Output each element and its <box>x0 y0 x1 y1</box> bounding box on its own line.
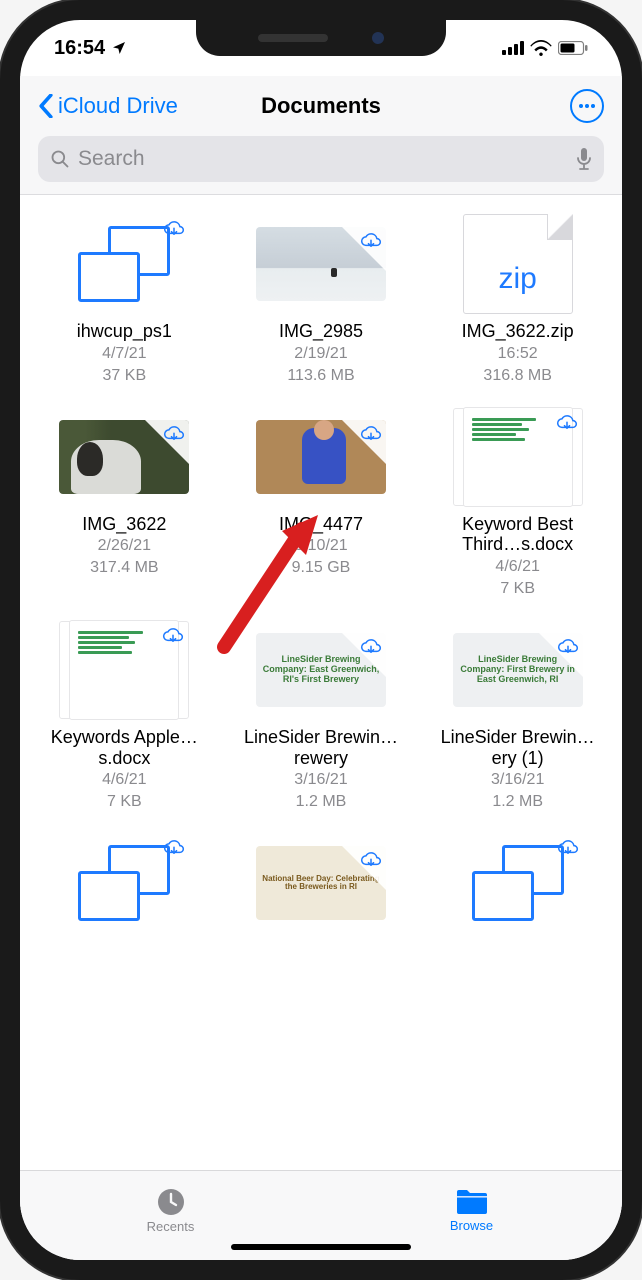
speaker-grill <box>258 34 328 42</box>
zip-thumbnail: zip <box>453 215 583 313</box>
file-size: 1.2 MB <box>492 792 543 812</box>
battery-icon <box>558 41 588 55</box>
file-item[interactable]: IMG_4477 3/10/21 9.15 GB <box>225 402 418 605</box>
image-thumbnail: National Beer Day: Celebrating the Brewe… <box>256 846 386 920</box>
search-icon <box>50 149 70 169</box>
file-item[interactable]: Keywords Apple…s.docx 4/6/21 7 KB <box>28 615 221 818</box>
cloud-download-icon <box>555 412 579 436</box>
file-size: 7 KB <box>500 579 535 599</box>
file-name: IMG_4477 <box>279 514 363 535</box>
file-item[interactable]: zip IMG_3622.zip 16:52 316.8 MB <box>421 209 614 392</box>
microphone-icon[interactable] <box>576 148 592 170</box>
image-thumbnail: LineSider Brewing Company: East Greenwic… <box>256 633 386 707</box>
file-date: 3/16/21 <box>294 770 347 790</box>
file-size: 1.2 MB <box>296 792 347 812</box>
cloud-download-icon <box>556 636 580 660</box>
file-size: 113.6 MB <box>287 366 354 386</box>
files-grid-area[interactable]: ihwcup_ps1 4/7/21 37 KB IMG_2985 2/19/21… <box>20 195 622 1170</box>
image-thumbnail <box>256 420 386 494</box>
front-camera <box>372 32 384 44</box>
location-arrow-icon <box>111 40 127 56</box>
home-indicator[interactable] <box>231 1244 411 1250</box>
file-name: LineSider Brewin…rewery <box>241 727 401 768</box>
file-stack-thumbnail <box>453 834 583 932</box>
image-thumbnail: LineSider Brewing Company: First Brewery… <box>453 633 583 707</box>
file-item[interactable]: National Beer Day: Celebrating the Brewe… <box>225 828 418 938</box>
notch <box>196 20 446 56</box>
file-date: 3/16/21 <box>491 770 544 790</box>
device-frame: 16:54 iCloud Drive Documents <box>0 0 642 1280</box>
file-name: IMG_2985 <box>279 321 363 342</box>
tab-recents[interactable]: Recents <box>20 1171 321 1250</box>
cloud-download-icon <box>359 230 383 254</box>
file-item[interactable]: ihwcup_ps1 4/7/21 37 KB <box>28 209 221 392</box>
file-size: 37 KB <box>103 366 147 386</box>
cloud-download-icon <box>162 837 186 861</box>
navigation-bar: iCloud Drive Documents <box>20 76 622 136</box>
file-item[interactable] <box>421 828 614 938</box>
cloud-download-icon <box>359 423 383 447</box>
tab-recents-label: Recents <box>147 1219 195 1234</box>
cloud-download-icon <box>556 837 580 861</box>
tab-browse-label: Browse <box>450 1218 493 1233</box>
back-button[interactable]: iCloud Drive <box>38 93 178 119</box>
fade-overlay <box>20 1134 622 1170</box>
wifi-icon <box>530 40 552 56</box>
folder-icon <box>455 1188 489 1216</box>
image-thumbnail <box>256 227 386 301</box>
file-name: IMG_3622 <box>82 514 166 535</box>
file-item[interactable] <box>28 828 221 938</box>
search-bar-container <box>20 136 622 194</box>
file-item[interactable]: LineSider Brewing Company: First Brewery… <box>421 615 614 818</box>
file-size: 9.15 GB <box>292 558 351 578</box>
screen: 16:54 iCloud Drive Documents <box>20 20 622 1260</box>
file-name: Keyword Best Third…s.docx <box>438 514 598 555</box>
file-stack-thumbnail <box>59 834 189 932</box>
app-content: iCloud Drive Documents i <box>20 76 622 1260</box>
ellipsis-icon <box>578 103 596 109</box>
file-date: 3/10/21 <box>294 536 347 556</box>
file-item[interactable]: Keyword Best Third…s.docx 4/6/21 7 KB <box>421 402 614 605</box>
cloud-download-icon <box>161 625 185 649</box>
status-time: 16:54 <box>54 37 105 60</box>
search-input[interactable] <box>78 147 568 171</box>
clock-icon <box>156 1187 186 1217</box>
file-date: 4/6/21 <box>102 770 146 790</box>
file-name: LineSider Brewin…ery (1) <box>438 727 598 768</box>
file-size: 7 KB <box>107 792 142 812</box>
file-item[interactable]: IMG_3622 2/26/21 317.4 MB <box>28 402 221 605</box>
file-name: IMG_3622.zip <box>462 321 574 342</box>
cloud-download-icon <box>162 423 186 447</box>
page-title: Documents <box>261 93 381 119</box>
file-name: Keywords Apple…s.docx <box>44 727 204 768</box>
file-date: 4/6/21 <box>495 557 539 577</box>
back-label: iCloud Drive <box>58 93 178 119</box>
image-thumbnail <box>59 420 189 494</box>
file-item[interactable]: LineSider Brewing Company: East Greenwic… <box>225 615 418 818</box>
chevron-left-icon <box>38 94 54 118</box>
file-name: ihwcup_ps1 <box>77 321 172 342</box>
cellular-signal-icon <box>502 41 524 55</box>
file-date: 16:52 <box>498 344 538 364</box>
file-date: 4/7/21 <box>102 344 146 364</box>
document-thumbnail <box>59 621 189 719</box>
file-date: 2/19/21 <box>294 344 347 364</box>
file-stack-thumbnail <box>59 215 189 313</box>
tab-browse[interactable]: Browse <box>321 1171 622 1250</box>
more-options-button[interactable] <box>570 89 604 123</box>
cloud-download-icon <box>359 849 383 873</box>
cloud-download-icon <box>359 636 383 660</box>
search-field[interactable] <box>38 136 604 182</box>
document-thumbnail <box>453 408 583 506</box>
file-size: 316.8 MB <box>483 366 551 386</box>
cloud-download-icon <box>162 218 186 242</box>
file-date: 2/26/21 <box>98 536 151 556</box>
file-size: 317.4 MB <box>90 558 158 578</box>
file-item[interactable]: IMG_2985 2/19/21 113.6 MB <box>225 209 418 392</box>
